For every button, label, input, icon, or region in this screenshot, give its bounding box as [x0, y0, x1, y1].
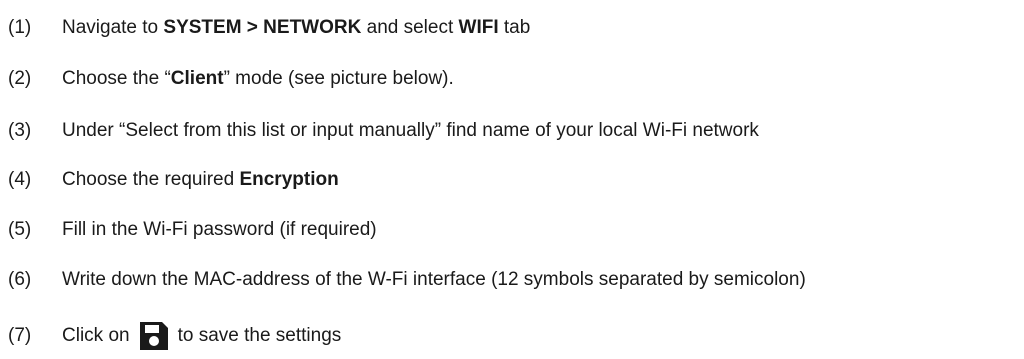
- step-text: Write down the MAC-address of the W-Fi i…: [62, 269, 806, 290]
- step-number: (1): [8, 17, 32, 38]
- text-segment: Choose the “: [62, 68, 171, 89]
- step-3: (3) Under “Select from this list or inpu…: [8, 119, 759, 143]
- step-text-before-icon: Click on: [62, 325, 130, 346]
- step-number: (5): [8, 219, 32, 240]
- step-7: (7) Click on to save the settings: [8, 320, 341, 352]
- step-number: (2): [8, 68, 32, 89]
- setting-name: Encryption: [239, 169, 339, 190]
- menu-path: SYSTEM > NETWORK: [163, 17, 362, 38]
- mode-name: Client: [170, 68, 224, 89]
- text-segment: Navigate to: [62, 17, 164, 38]
- text-segment: ” mode (see picture below).: [223, 68, 454, 89]
- step-text: Under “Select from this list or input ma…: [62, 120, 759, 141]
- text-segment: and select: [361, 17, 459, 38]
- step-text: Fill in the Wi-Fi password (if required): [62, 219, 377, 240]
- text-segment: Choose the required: [62, 169, 240, 190]
- step-2: (2) Choose the “Client” mode (see pictur…: [8, 67, 454, 91]
- save-icon: [138, 320, 170, 352]
- text-segment: tab: [498, 17, 531, 38]
- step-text: Choose the “Client” mode (see picture be…: [62, 67, 454, 91]
- step-5: (5) Fill in the Wi-Fi password (if requi…: [8, 218, 377, 242]
- step-text: Navigate to SYSTEM > NETWORK and select …: [62, 16, 530, 40]
- step-number: (6): [8, 269, 32, 290]
- step-number: (7): [8, 325, 32, 346]
- tab-name: WIFI: [458, 17, 499, 38]
- step-4: (4) Choose the required Encryption: [8, 168, 339, 192]
- step-number: (4): [8, 169, 32, 190]
- instruction-steps: (1) Navigate to SYSTEM > NETWORK and sel…: [0, 0, 1024, 354]
- step-number: (3): [8, 120, 32, 141]
- step-text: Choose the required Encryption: [62, 168, 339, 192]
- step-6: (6) Write down the MAC-address of the W-…: [8, 268, 806, 292]
- step-1: (1) Navigate to SYSTEM > NETWORK and sel…: [8, 16, 530, 40]
- step-text-after-icon: to save the settings: [177, 325, 342, 346]
